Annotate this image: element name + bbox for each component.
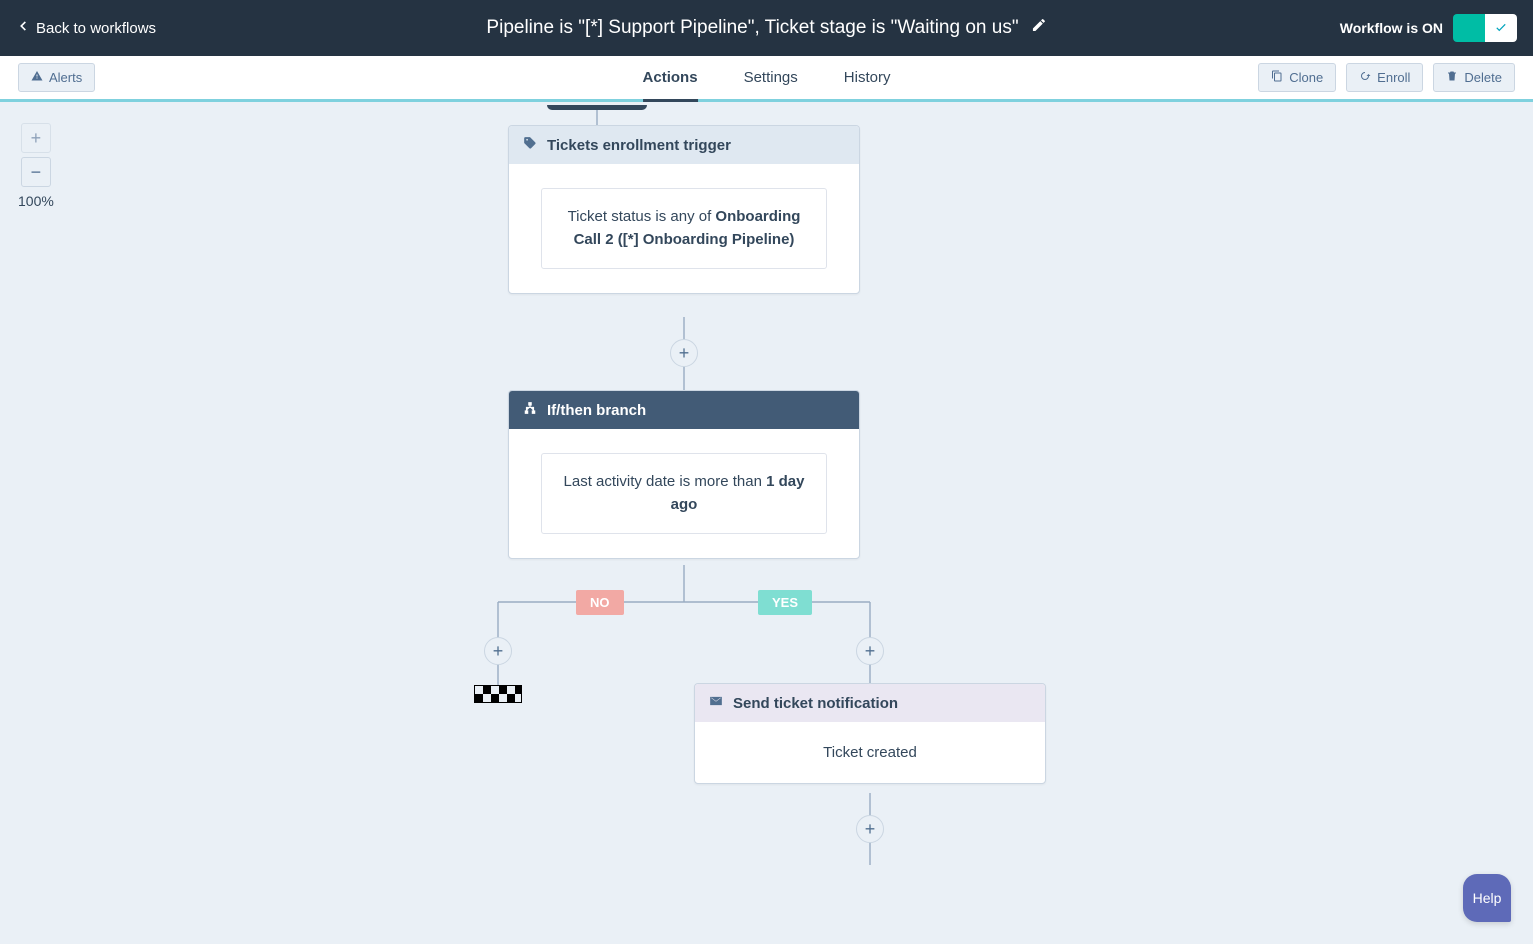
clone-button[interactable]: Clone [1258,63,1336,92]
notify-body: Ticket created [695,722,1045,783]
add-action-no[interactable]: + [484,637,512,665]
notify-title: Send ticket notification [733,695,898,712]
delete-label: Delete [1464,70,1502,85]
notify-node[interactable]: Send ticket notification Ticket created [694,683,1046,784]
branch-yes-label: YES [758,590,812,615]
toggle-off-half [1485,14,1517,42]
check-icon [1494,20,1508,37]
delete-button[interactable]: Delete [1433,63,1515,92]
back-label: Back to workflows [36,20,156,37]
add-action-1[interactable]: + [670,339,698,367]
zoom-out-button[interactable]: − [21,157,51,187]
alert-icon [31,70,43,85]
branch-node[interactable]: If/then branch Last activity date is mor… [508,390,860,559]
trigger-node[interactable]: Tickets enrollment trigger Ticket status… [508,125,860,294]
enroll-label: Enroll [1377,70,1410,85]
enroll-button[interactable]: Enroll [1346,63,1423,92]
trigger-criteria: Ticket status is any of Onboarding Call … [541,188,827,269]
zoom-percentage: 100% [18,193,54,209]
start-marker [547,105,647,110]
tab-settings[interactable]: Settings [744,56,798,99]
end-flag [474,685,522,703]
sitemap-icon [523,401,537,419]
clone-icon [1271,70,1283,85]
clone-label: Clone [1289,70,1323,85]
alerts-button[interactable]: Alerts [18,63,95,92]
alerts-label: Alerts [49,70,82,85]
tab-history-label: History [844,69,891,86]
tab-actions-label: Actions [643,69,698,86]
workflow-title: Pipeline is "[*] Support Pipeline", Tick… [486,17,1018,39]
tab-actions[interactable]: Actions [643,56,698,99]
trigger-title: Tickets enrollment trigger [547,137,731,154]
chevron-left-icon [16,19,30,37]
envelope-icon [709,694,723,712]
workflow-status-label: Workflow is ON [1340,20,1443,36]
tag-icon [523,136,537,154]
tab-history[interactable]: History [844,56,891,99]
zoom-in-button[interactable]: + [21,123,51,153]
add-action-yes[interactable]: + [856,637,884,665]
add-action-after-notify[interactable]: + [856,815,884,843]
help-button[interactable]: Help [1463,874,1511,922]
trash-icon [1446,70,1458,85]
edit-title-button[interactable] [1031,17,1047,39]
enroll-icon [1359,70,1371,85]
workflow-toggle[interactable] [1453,14,1517,42]
branch-criteria: Last activity date is more than 1 day ag… [541,453,827,534]
branch-title: If/then branch [547,402,646,419]
pencil-icon [1031,17,1047,38]
back-link[interactable]: Back to workflows [16,19,156,37]
tab-settings-label: Settings [744,69,798,86]
toggle-on-half [1453,14,1485,42]
help-label: Help [1473,890,1502,906]
branch-no-label: NO [576,590,624,615]
